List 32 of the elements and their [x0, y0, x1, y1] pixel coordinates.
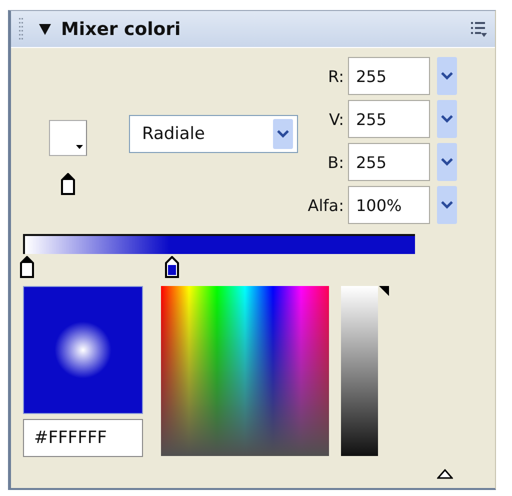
color-pointer-icon — [61, 173, 75, 195]
hex-field[interactable]: #FFFFFF — [23, 419, 143, 457]
chevron-down-icon — [441, 201, 453, 209]
channel-field[interactable]: 100% — [348, 186, 430, 224]
dropdown-arrow-button[interactable] — [437, 100, 457, 138]
channel-label: V: — [328, 110, 345, 128]
gradient-stop-handle[interactable] — [165, 256, 180, 278]
grip-icon[interactable] — [19, 18, 23, 40]
fill-type-dropdown[interactable]: Radiale — [129, 115, 298, 153]
chevron-down-icon — [441, 158, 453, 166]
channel-label: Alfa: — [306, 196, 345, 214]
dropdown-arrow-button[interactable] — [437, 57, 457, 95]
fill-color-swatch[interactable] — [49, 120, 87, 156]
chevron-down-icon — [277, 130, 289, 138]
channel-label: R: — [326, 66, 345, 86]
color-spectrum[interactable] — [161, 286, 329, 456]
chevron-down-icon — [441, 72, 453, 80]
expanded-triangle-icon[interactable] — [39, 24, 51, 34]
dropdown-arrow-button[interactable] — [437, 143, 457, 181]
panel-menu-icon[interactable] — [471, 22, 487, 36]
gradient-bar[interactable] — [23, 234, 415, 254]
gradient-stop-handle[interactable] — [20, 256, 34, 278]
channel-label: B: — [326, 152, 345, 172]
channel-field[interactable]: 255 — [348, 143, 430, 181]
brightness-slider[interactable] — [341, 286, 389, 456]
collapse-icon[interactable] — [437, 469, 453, 479]
panel-title[interactable]: Mixer colori — [61, 18, 461, 40]
channel-field[interactable]: 255 — [348, 57, 430, 95]
chevron-down-icon — [441, 115, 453, 123]
slider-thumb[interactable] — [379, 286, 389, 296]
dropdown-arrow-button[interactable] — [437, 186, 457, 224]
channel-field[interactable]: 255 — [348, 100, 430, 138]
